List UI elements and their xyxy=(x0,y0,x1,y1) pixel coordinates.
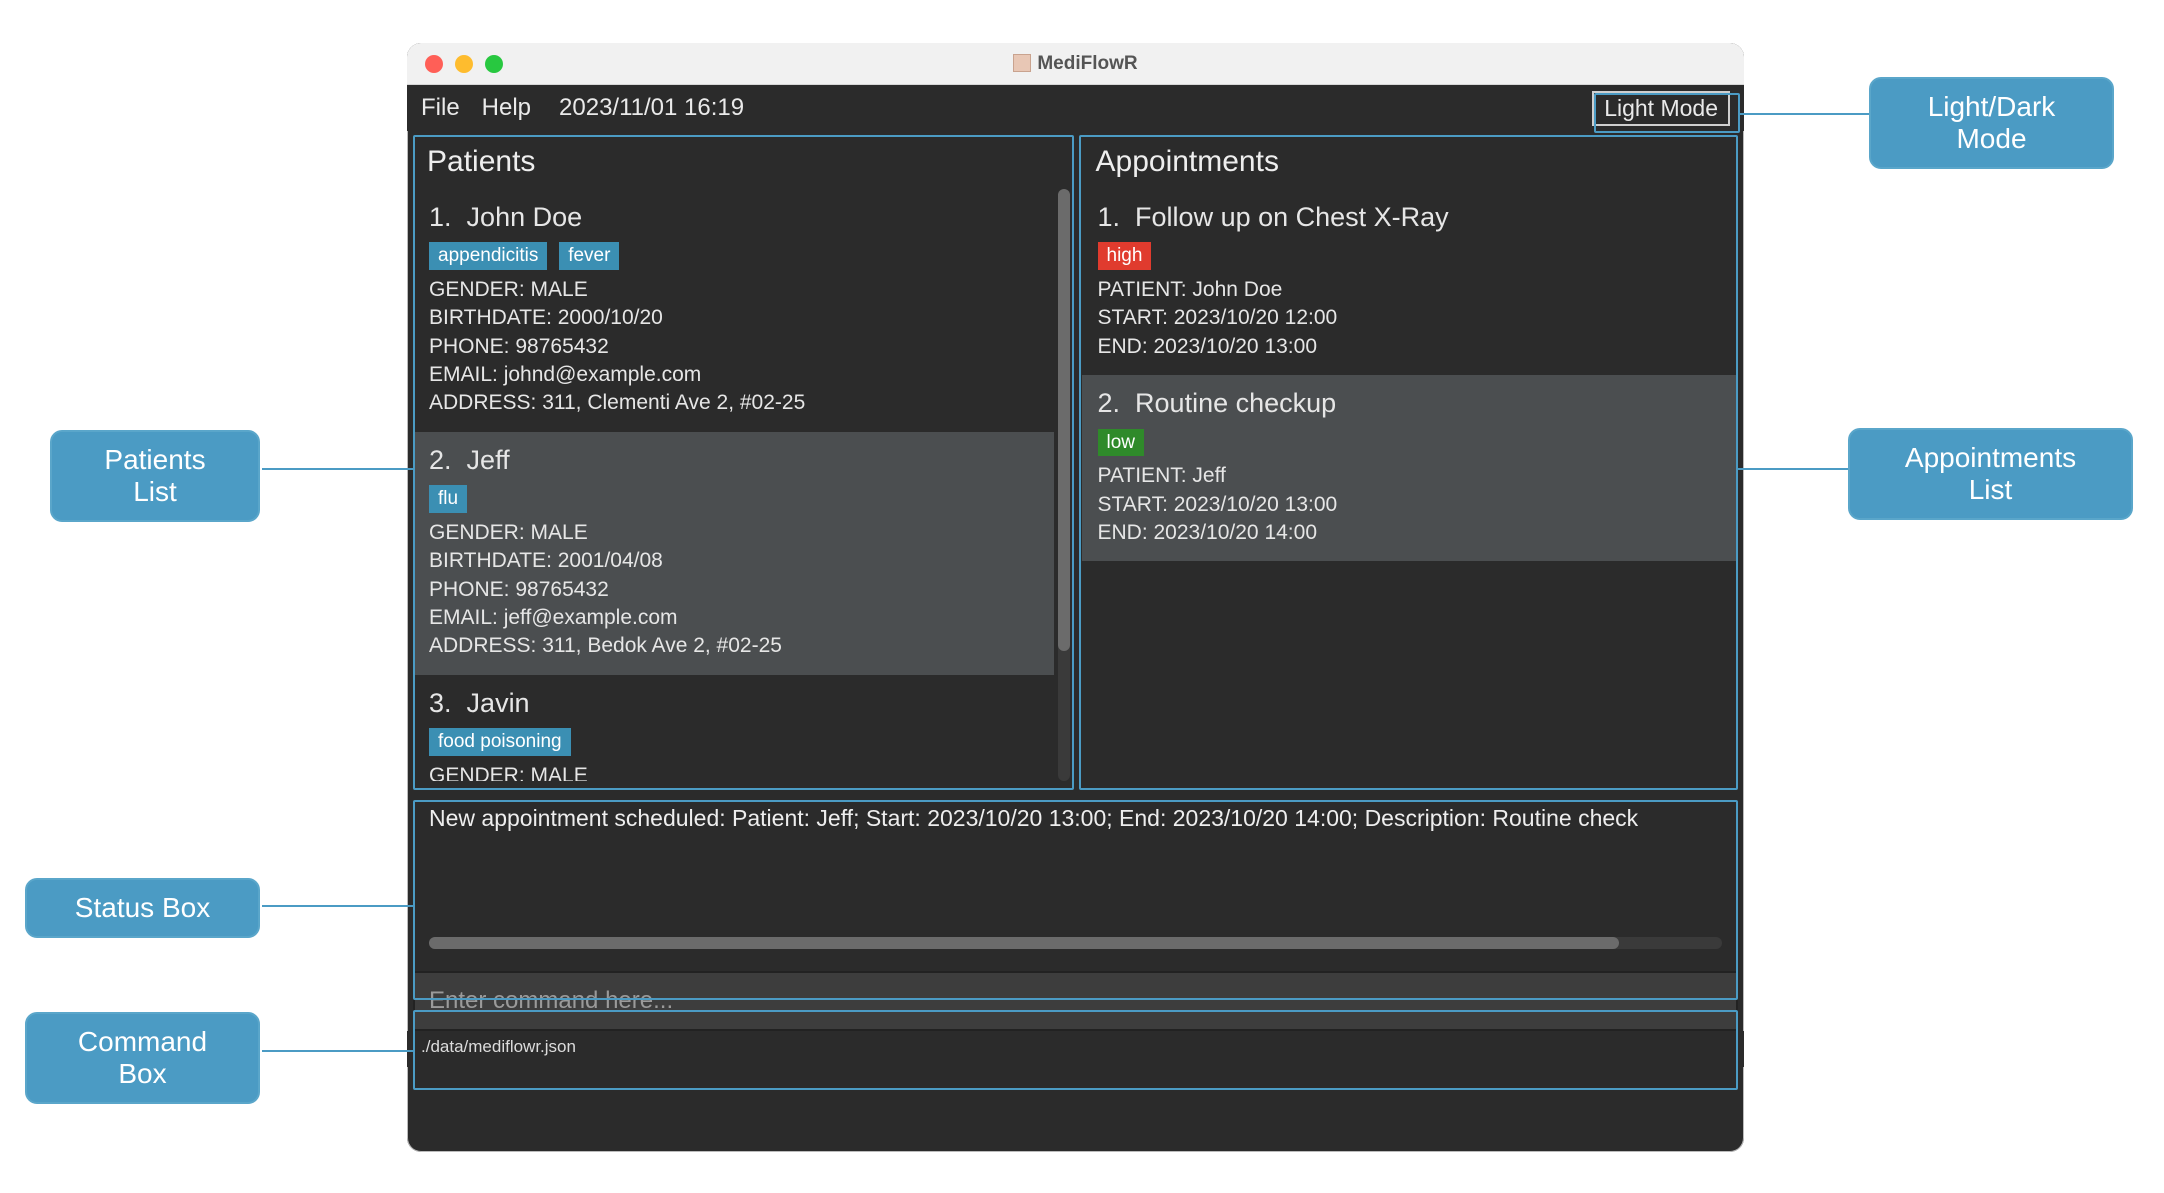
patient-tags: food poisoning xyxy=(429,727,1038,756)
command-box[interactable] xyxy=(413,971,1738,1031)
status-message: New appointment scheduled: Patient: Jeff… xyxy=(429,805,1722,832)
leader-line xyxy=(1740,113,1869,115)
leader-line xyxy=(262,905,413,907)
status-hscrollbar[interactable] xyxy=(429,937,1722,949)
scrollbar-thumb[interactable] xyxy=(429,937,1619,949)
app-window: MediFlowR File Help 2023/11/01 16:19 Lig… xyxy=(407,43,1744,1152)
command-input[interactable] xyxy=(429,987,1722,1015)
tag: flu xyxy=(429,485,467,513)
appointment-end: END: 2023/10/20 14:00 xyxy=(1098,519,1723,547)
priority-tag: high xyxy=(1098,242,1152,270)
appointment-patient: PATIENT: John Doe xyxy=(1098,276,1723,304)
leader-line xyxy=(262,1050,413,1052)
menu-help[interactable]: Help xyxy=(482,94,531,122)
patient-address: ADDRESS: 311, Bedok Ave 2, #02-25 xyxy=(429,632,1038,660)
patient-birthdate: BIRTHDATE: 2001/04/08 xyxy=(429,547,1038,575)
status-box: New appointment scheduled: Patient: Jeff… xyxy=(413,793,1738,959)
callout-mode: Light/Dark Mode xyxy=(1869,77,2114,169)
patient-email: EMAIL: jeff@example.com xyxy=(429,604,1038,632)
window-title: MediFlowR xyxy=(407,53,1744,75)
patients-header: Patients xyxy=(413,137,1070,189)
appointment-title: 1. Follow up on Chest X-Ray xyxy=(1098,199,1723,235)
appointment-start: START: 2023/10/20 13:00 xyxy=(1098,491,1723,519)
appointment-card[interactable]: 2. Routine checkup low PATIENT: Jeff STA… xyxy=(1082,375,1739,561)
patient-title: 1. John Doe xyxy=(429,199,1038,235)
patient-birthdate: BIRTHDATE: 2000/10/20 xyxy=(429,304,1038,332)
patients-panel: Patients 1. John Doe appendicitis fever … xyxy=(413,137,1070,781)
patients-scrollbar[interactable] xyxy=(1058,189,1070,781)
patient-title: 2. Jeff xyxy=(429,442,1038,478)
appointments-header: Appointments xyxy=(1082,137,1739,189)
appointments-panel: Appointments 1. Follow up on Chest X-Ray… xyxy=(1082,137,1739,781)
patient-tags: appendicitis fever xyxy=(429,241,1038,270)
patient-email: EMAIL: johnd@example.com xyxy=(429,361,1038,389)
patient-gender: GENDER: MALE xyxy=(429,276,1038,304)
priority-tag: low xyxy=(1098,429,1145,457)
appointment-tags: low xyxy=(1098,428,1723,457)
patient-card[interactable]: 2. Jeff flu GENDER: MALE BIRTHDATE: 2001… xyxy=(413,432,1054,675)
callout-status-box: Status Box xyxy=(25,878,260,938)
window-title-text: MediFlowR xyxy=(1037,53,1137,74)
app-icon xyxy=(1013,54,1031,72)
light-dark-mode-toggle[interactable]: Light Mode xyxy=(1592,91,1730,126)
callout-patients-list: Patients List xyxy=(50,430,260,522)
appointment-title: 2. Routine checkup xyxy=(1098,385,1723,421)
scrollbar-thumb[interactable] xyxy=(1058,189,1070,651)
appointment-end: END: 2023/10/20 13:00 xyxy=(1098,333,1723,361)
patient-tags: flu xyxy=(429,484,1038,513)
appointment-patient: PATIENT: Jeff xyxy=(1098,462,1723,490)
patients-list[interactable]: 1. John Doe appendicitis fever GENDER: M… xyxy=(413,189,1070,781)
menu-file[interactable]: File xyxy=(421,94,460,122)
tag: appendicitis xyxy=(429,242,547,270)
leader-line xyxy=(262,468,413,470)
patient-gender: GENDER: MALE xyxy=(429,762,1038,781)
callout-appointments-list: Appointments List xyxy=(1848,428,2133,520)
patient-card[interactable]: 1. John Doe appendicitis fever GENDER: M… xyxy=(413,189,1054,432)
patient-card[interactable]: 3. Javin food poisoning GENDER: MALE xyxy=(413,675,1054,781)
footer-path: ./data/mediflowr.json xyxy=(407,1031,1744,1067)
menubar-datetime: 2023/11/01 16:19 xyxy=(559,94,744,122)
patient-gender: GENDER: MALE xyxy=(429,519,1038,547)
appointment-start: START: 2023/10/20 12:00 xyxy=(1098,304,1723,332)
titlebar: MediFlowR xyxy=(407,43,1744,85)
patient-address: ADDRESS: 311, Clementi Ave 2, #02-25 xyxy=(429,389,1038,417)
appointment-tags: high xyxy=(1098,241,1723,270)
appointments-list[interactable]: 1. Follow up on Chest X-Ray high PATIENT… xyxy=(1082,189,1739,781)
main-panels: Patients 1. John Doe appendicitis fever … xyxy=(407,131,1744,787)
appointment-card[interactable]: 1. Follow up on Chest X-Ray high PATIENT… xyxy=(1082,189,1739,375)
patient-phone: PHONE: 98765432 xyxy=(429,576,1038,604)
patient-phone: PHONE: 98765432 xyxy=(429,333,1038,361)
patient-title: 3. Javin xyxy=(429,685,1038,721)
menubar: File Help 2023/11/01 16:19 Light Mode xyxy=(407,85,1744,131)
tag: fever xyxy=(559,242,619,270)
leader-line xyxy=(1738,468,1848,470)
callout-command-box: Command Box xyxy=(25,1012,260,1104)
tag: food poisoning xyxy=(429,728,571,756)
